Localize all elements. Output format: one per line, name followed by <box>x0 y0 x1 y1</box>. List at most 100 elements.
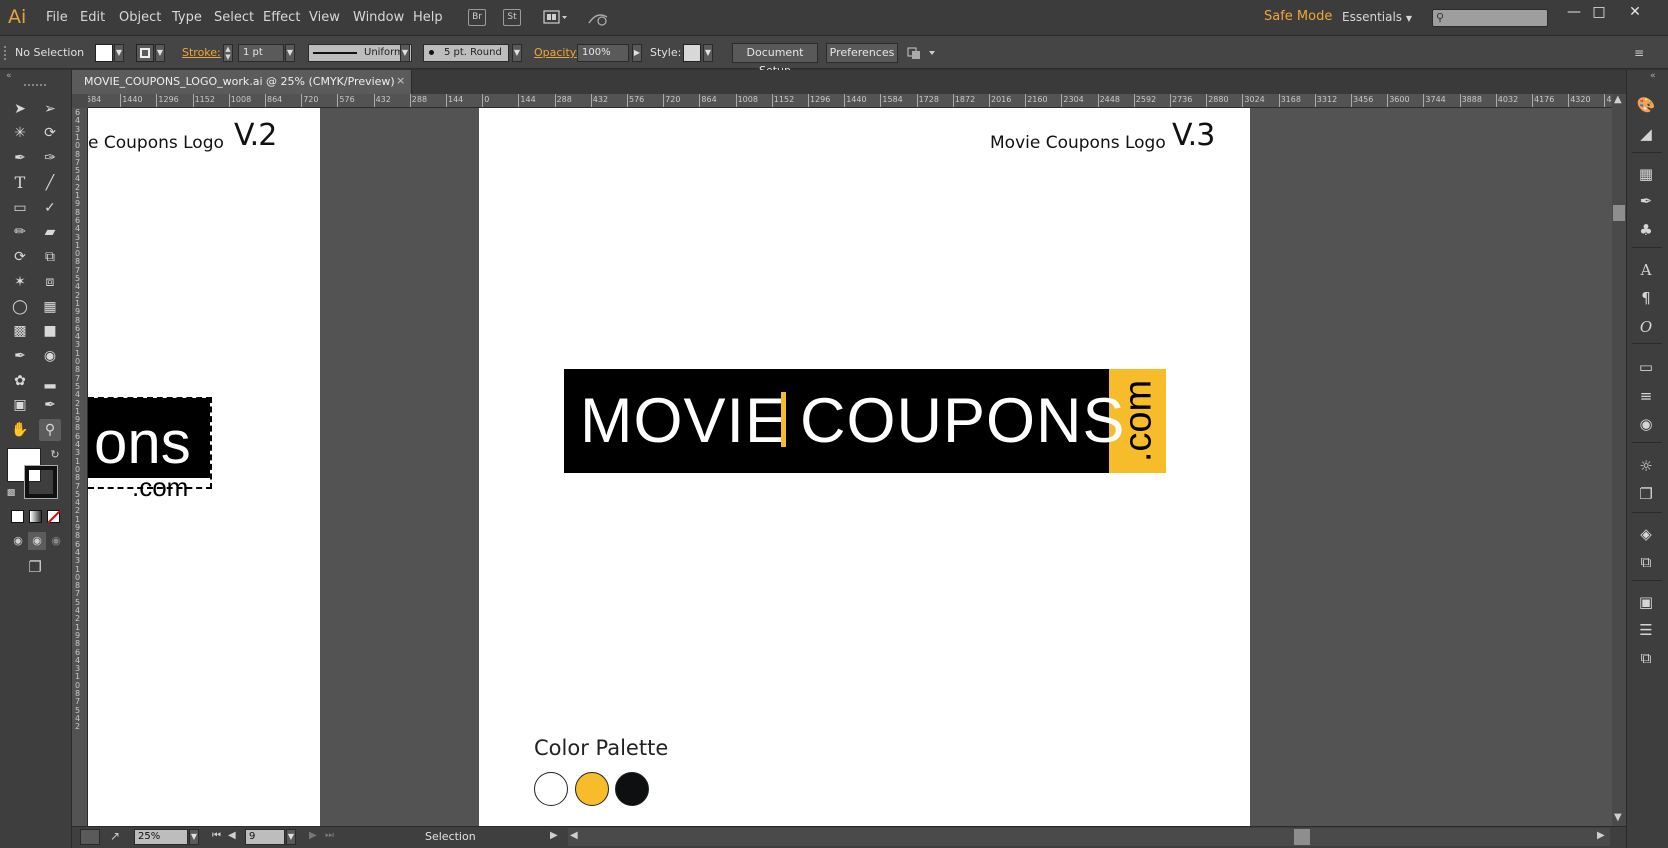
layers-icon[interactable]: ◈ <box>1634 523 1658 545</box>
artboard-number-input[interactable]: 9 <box>245 829 285 845</box>
stroke-profile-dropdown[interactable]: ▼ <box>400 44 410 62</box>
symbols-icon[interactable]: ♣ <box>1634 219 1658 241</box>
next-artboard-button[interactable]: ▶ <box>309 830 317 841</box>
swatches-icon[interactable]: ▦ <box>1634 163 1658 185</box>
draw-behind-icon[interactable]: ◉ <box>28 532 46 550</box>
align-icon[interactable]: ☰ <box>1634 619 1658 641</box>
paintbrush-icon[interactable]: ✓ <box>39 197 61 219</box>
close-tab-icon[interactable]: × <box>396 74 405 87</box>
horizontal-ruler[interactable]: 5841440129611521008864720576432288144014… <box>88 94 1612 108</box>
line-icon[interactable]: ╱ <box>39 172 61 194</box>
shape-builder-icon[interactable]: ◯ <box>9 296 31 318</box>
menu-select[interactable]: Select <box>214 10 254 25</box>
pencil-icon[interactable]: ✏ <box>9 221 31 243</box>
horizontal-scrollbar[interactable] <box>568 828 1610 846</box>
expand-panels-icon[interactable]: « <box>1650 71 1656 81</box>
hand-icon[interactable]: ✋ <box>9 419 31 441</box>
tools-panel-grip[interactable] <box>24 84 46 88</box>
paragraph-icon[interactable]: ¶ <box>1634 287 1658 309</box>
brushes-icon[interactable]: ✒ <box>1634 190 1658 212</box>
brush-dropdown[interactable]: ▼ <box>512 44 522 62</box>
scroll-left-arrow[interactable]: ◀ <box>570 830 578 841</box>
draw-normal-icon[interactable]: ◉ <box>9 532 27 550</box>
zoom-popup-icon[interactable] <box>80 829 100 845</box>
menu-object[interactable]: Object <box>119 10 161 25</box>
last-artboard-button[interactable]: ⏭ <box>325 830 334 841</box>
opacity-label[interactable]: Opacity: <box>534 46 579 59</box>
lasso-icon[interactable]: ⟳ <box>39 122 61 144</box>
maximize-button[interactable]: □ <box>1586 4 1612 20</box>
workspace-switcher[interactable]: Essentials ▼ <box>1342 10 1412 24</box>
share-icon[interactable]: ↗ <box>110 829 120 843</box>
pen-icon[interactable]: ✒ <box>9 147 31 169</box>
screen-mode-icon[interactable]: ❐ <box>23 558 47 576</box>
graphic-style-dropdown[interactable]: ▼ <box>703 44 713 62</box>
stroke-color-swatch[interactable] <box>24 465 58 499</box>
scroll-up-arrow[interactable]: ▲ <box>1614 94 1622 105</box>
control-bar-grip[interactable] <box>4 46 6 60</box>
first-artboard-button[interactable]: ⏮ <box>212 830 221 841</box>
panel-menu-icon[interactable]: ≡ <box>1634 46 1644 60</box>
menu-type[interactable]: Type <box>172 10 202 25</box>
vertical-scrollbar[interactable] <box>1612 94 1626 826</box>
horizontal-scroll-thumb[interactable] <box>1294 829 1310 845</box>
swap-colors-icon[interactable]: ↻ <box>46 446 64 464</box>
previous-artboard-button[interactable]: ◀ <box>228 830 236 841</box>
current-tool-status[interactable]: Selection <box>425 830 476 843</box>
mesh-icon[interactable]: ▩ <box>9 320 31 342</box>
color-panel-icon[interactable]: 🎨 <box>1634 94 1658 116</box>
artboard-dropdown[interactable]: ▼ <box>286 829 296 845</box>
eraser-icon[interactable]: ▰ <box>39 221 61 243</box>
stroke-label[interactable]: Stroke: <box>182 46 221 59</box>
fill-dropdown[interactable]: ▼ <box>114 44 124 62</box>
graphic-styles-icon[interactable]: ❐ <box>1634 483 1658 505</box>
color-guide-icon[interactable]: ◢ <box>1634 123 1658 145</box>
stroke-weight-dropdown[interactable]: ▼ <box>285 44 295 62</box>
graphic-style-swatch[interactable] <box>683 44 701 62</box>
direct-selection-icon[interactable]: ➢ <box>39 98 61 120</box>
rectangle-icon[interactable]: ▭ <box>9 197 31 219</box>
zoom-icon[interactable]: ⚲ <box>39 419 61 441</box>
status-menu-arrow[interactable]: ▶ <box>550 830 558 841</box>
none-mode-icon[interactable] <box>47 510 60 523</box>
menu-file[interactable]: File <box>46 10 68 25</box>
menu-effect[interactable]: Effect <box>263 10 300 25</box>
transparency-icon[interactable]: ◉ <box>1634 413 1658 435</box>
curvature-icon[interactable]: ✑ <box>39 147 61 169</box>
fill-swatch[interactable] <box>95 44 113 62</box>
blend-icon[interactable]: ◉ <box>39 345 61 367</box>
default-colors-icon[interactable]: ▩ <box>2 484 20 502</box>
color-mode-icon[interactable] <box>11 510 24 523</box>
opacity-slider-button[interactable]: ▶ <box>632 44 642 62</box>
scroll-down-arrow[interactable]: ▼ <box>1614 812 1622 823</box>
zoom-dropdown[interactable]: ▼ <box>189 829 199 845</box>
safe-mode-label[interactable]: Safe Mode <box>1264 9 1332 24</box>
arrange-documents-icon[interactable] <box>543 9 569 26</box>
document-setup-button[interactable]: Document Setup <box>732 43 818 77</box>
gradient-panel-icon[interactable]: ▭ <box>1634 356 1658 378</box>
eyedropper-icon[interactable]: ✒ <box>9 345 31 367</box>
gpu-performance-icon[interactable] <box>587 9 609 27</box>
column-graph-icon[interactable]: ▂ <box>39 370 61 392</box>
stroke-profile-select[interactable]: Uniform <box>308 44 412 62</box>
vertical-scroll-thumb[interactable] <box>1613 205 1625 221</box>
perspective-icon[interactable]: ▦ <box>39 296 61 318</box>
character-icon[interactable]: A <box>1634 259 1658 281</box>
stroke-weight-input[interactable]: 1 pt <box>238 44 284 62</box>
zoom-level-input[interactable]: 25% <box>134 829 188 845</box>
stroke-stepper[interactable]: ▲ ▼ <box>223 44 233 62</box>
stock-button[interactable]: St <box>503 9 521 26</box>
free-transform-icon[interactable]: ⧈ <box>39 271 61 293</box>
menu-window[interactable]: Window <box>353 10 404 25</box>
slice-icon[interactable]: ✒ <box>39 394 61 416</box>
gradient-icon[interactable]: ■ <box>39 320 61 342</box>
close-window-button[interactable]: ✕ <box>1622 4 1648 20</box>
preferences-button[interactable]: Preferences <box>826 43 898 63</box>
appearance-icon[interactable]: ☼ <box>1634 455 1658 477</box>
minimize-button[interactable]: — <box>1561 4 1587 20</box>
warp-icon[interactable]: ✶ <box>9 271 31 293</box>
magic-wand-icon[interactable]: ✳ <box>9 122 31 144</box>
artboards-panel-icon[interactable]: ⧉ <box>1634 551 1658 573</box>
opentype-icon[interactable]: O <box>1634 316 1658 338</box>
scale-icon[interactable]: ⧉ <box>39 246 61 268</box>
